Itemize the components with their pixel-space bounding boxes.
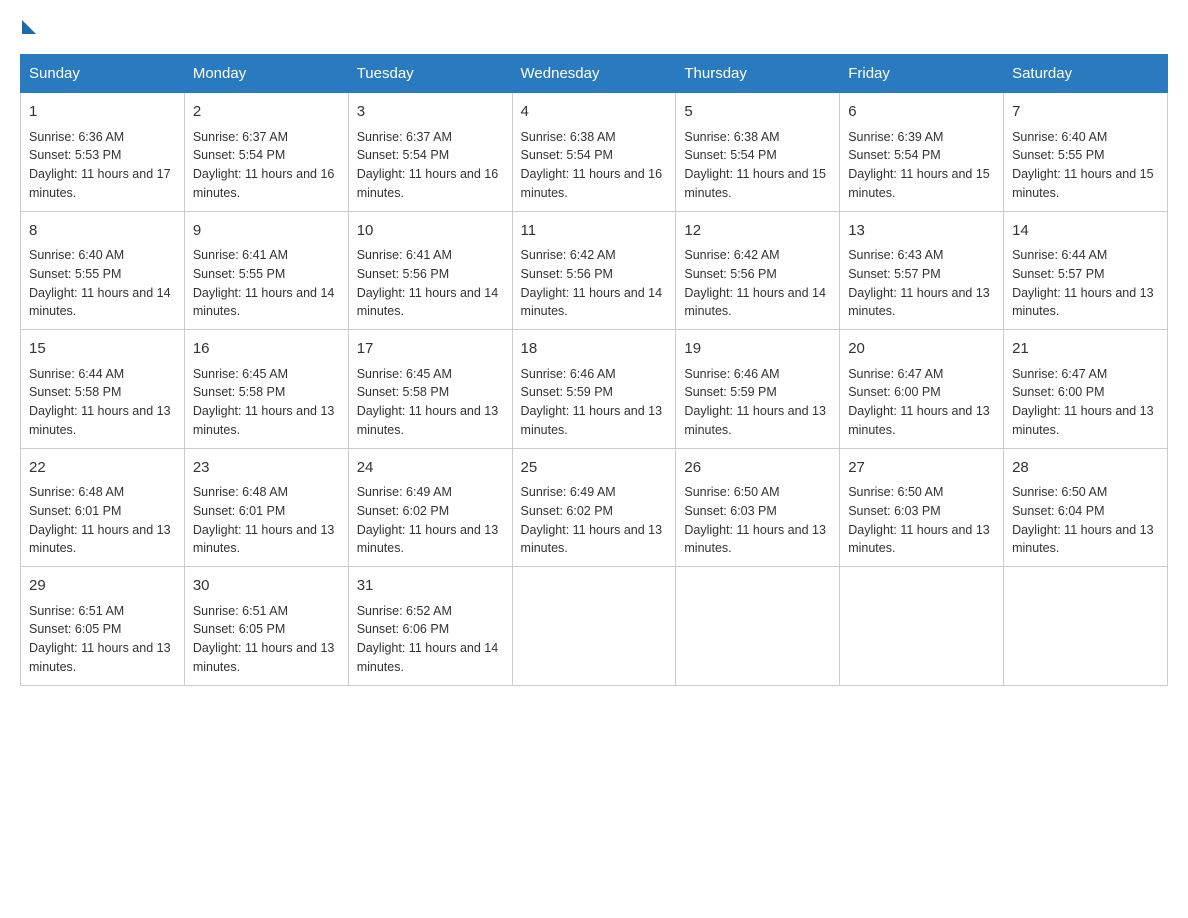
calendar-cell: 21Sunrise: 6:47 AMSunset: 6:00 PMDayligh… xyxy=(1004,330,1168,449)
day-number: 17 xyxy=(357,338,504,361)
weekday-header-friday: Friday xyxy=(840,55,1004,93)
calendar-cell: 25Sunrise: 6:49 AMSunset: 6:02 PMDayligh… xyxy=(512,448,676,567)
calendar-cell: 20Sunrise: 6:47 AMSunset: 6:00 PMDayligh… xyxy=(840,330,1004,449)
day-number: 7 xyxy=(1012,101,1159,124)
day-number: 13 xyxy=(848,220,995,243)
calendar-cell: 24Sunrise: 6:49 AMSunset: 6:02 PMDayligh… xyxy=(348,448,512,567)
day-number: 23 xyxy=(193,457,340,480)
day-number: 5 xyxy=(684,101,831,124)
weekday-header-thursday: Thursday xyxy=(676,55,840,93)
calendar-week-3: 15Sunrise: 6:44 AMSunset: 5:58 PMDayligh… xyxy=(21,330,1168,449)
calendar-cell: 22Sunrise: 6:48 AMSunset: 6:01 PMDayligh… xyxy=(21,448,185,567)
calendar-cell: 19Sunrise: 6:46 AMSunset: 5:59 PMDayligh… xyxy=(676,330,840,449)
calendar-cell: 11Sunrise: 6:42 AMSunset: 5:56 PMDayligh… xyxy=(512,211,676,330)
calendar-cell: 1Sunrise: 6:36 AMSunset: 5:53 PMDaylight… xyxy=(21,93,185,212)
calendar-cell: 12Sunrise: 6:42 AMSunset: 5:56 PMDayligh… xyxy=(676,211,840,330)
calendar-week-4: 22Sunrise: 6:48 AMSunset: 6:01 PMDayligh… xyxy=(21,448,1168,567)
calendar-cell: 28Sunrise: 6:50 AMSunset: 6:04 PMDayligh… xyxy=(1004,448,1168,567)
day-number: 18 xyxy=(521,338,668,361)
calendar-cell: 5Sunrise: 6:38 AMSunset: 5:54 PMDaylight… xyxy=(676,93,840,212)
weekday-header-tuesday: Tuesday xyxy=(348,55,512,93)
day-number: 2 xyxy=(193,101,340,124)
day-number: 3 xyxy=(357,101,504,124)
page-header xyxy=(20,20,1168,34)
calendar-cell: 6Sunrise: 6:39 AMSunset: 5:54 PMDaylight… xyxy=(840,93,1004,212)
day-number: 22 xyxy=(29,457,176,480)
day-number: 19 xyxy=(684,338,831,361)
calendar-cell xyxy=(512,567,676,686)
weekday-header-saturday: Saturday xyxy=(1004,55,1168,93)
day-number: 16 xyxy=(193,338,340,361)
calendar-cell xyxy=(1004,567,1168,686)
day-number: 10 xyxy=(357,220,504,243)
calendar-week-1: 1Sunrise: 6:36 AMSunset: 5:53 PMDaylight… xyxy=(21,93,1168,212)
calendar-cell: 17Sunrise: 6:45 AMSunset: 5:58 PMDayligh… xyxy=(348,330,512,449)
day-number: 1 xyxy=(29,101,176,124)
day-number: 15 xyxy=(29,338,176,361)
calendar-week-2: 8Sunrise: 6:40 AMSunset: 5:55 PMDaylight… xyxy=(21,211,1168,330)
day-number: 20 xyxy=(848,338,995,361)
calendar-cell: 15Sunrise: 6:44 AMSunset: 5:58 PMDayligh… xyxy=(21,330,185,449)
calendar-cell xyxy=(840,567,1004,686)
calendar-cell: 29Sunrise: 6:51 AMSunset: 6:05 PMDayligh… xyxy=(21,567,185,686)
calendar-cell: 2Sunrise: 6:37 AMSunset: 5:54 PMDaylight… xyxy=(184,93,348,212)
calendar-cell: 10Sunrise: 6:41 AMSunset: 5:56 PMDayligh… xyxy=(348,211,512,330)
day-number: 26 xyxy=(684,457,831,480)
calendar-cell: 3Sunrise: 6:37 AMSunset: 5:54 PMDaylight… xyxy=(348,93,512,212)
day-number: 4 xyxy=(521,101,668,124)
calendar-cell: 31Sunrise: 6:52 AMSunset: 6:06 PMDayligh… xyxy=(348,567,512,686)
day-number: 31 xyxy=(357,575,504,598)
calendar-cell xyxy=(676,567,840,686)
weekday-header-wednesday: Wednesday xyxy=(512,55,676,93)
day-number: 25 xyxy=(521,457,668,480)
day-number: 12 xyxy=(684,220,831,243)
day-number: 27 xyxy=(848,457,995,480)
day-number: 30 xyxy=(193,575,340,598)
calendar-cell: 4Sunrise: 6:38 AMSunset: 5:54 PMDaylight… xyxy=(512,93,676,212)
calendar-cell: 30Sunrise: 6:51 AMSunset: 6:05 PMDayligh… xyxy=(184,567,348,686)
logo xyxy=(20,20,38,34)
weekday-header-row: SundayMondayTuesdayWednesdayThursdayFrid… xyxy=(21,55,1168,93)
calendar-cell: 26Sunrise: 6:50 AMSunset: 6:03 PMDayligh… xyxy=(676,448,840,567)
calendar-cell: 9Sunrise: 6:41 AMSunset: 5:55 PMDaylight… xyxy=(184,211,348,330)
day-number: 8 xyxy=(29,220,176,243)
calendar-table: SundayMondayTuesdayWednesdayThursdayFrid… xyxy=(20,54,1168,686)
calendar-cell: 8Sunrise: 6:40 AMSunset: 5:55 PMDaylight… xyxy=(21,211,185,330)
calendar-cell: 13Sunrise: 6:43 AMSunset: 5:57 PMDayligh… xyxy=(840,211,1004,330)
calendar-cell: 7Sunrise: 6:40 AMSunset: 5:55 PMDaylight… xyxy=(1004,93,1168,212)
calendar-week-5: 29Sunrise: 6:51 AMSunset: 6:05 PMDayligh… xyxy=(21,567,1168,686)
calendar-cell: 14Sunrise: 6:44 AMSunset: 5:57 PMDayligh… xyxy=(1004,211,1168,330)
day-number: 29 xyxy=(29,575,176,598)
day-number: 9 xyxy=(193,220,340,243)
day-number: 6 xyxy=(848,101,995,124)
weekday-header-monday: Monday xyxy=(184,55,348,93)
day-number: 14 xyxy=(1012,220,1159,243)
weekday-header-sunday: Sunday xyxy=(21,55,185,93)
day-number: 11 xyxy=(521,220,668,243)
day-number: 21 xyxy=(1012,338,1159,361)
calendar-cell: 18Sunrise: 6:46 AMSunset: 5:59 PMDayligh… xyxy=(512,330,676,449)
calendar-cell: 16Sunrise: 6:45 AMSunset: 5:58 PMDayligh… xyxy=(184,330,348,449)
calendar-cell: 27Sunrise: 6:50 AMSunset: 6:03 PMDayligh… xyxy=(840,448,1004,567)
calendar-cell: 23Sunrise: 6:48 AMSunset: 6:01 PMDayligh… xyxy=(184,448,348,567)
logo-triangle-icon xyxy=(22,20,36,34)
day-number: 24 xyxy=(357,457,504,480)
day-number: 28 xyxy=(1012,457,1159,480)
